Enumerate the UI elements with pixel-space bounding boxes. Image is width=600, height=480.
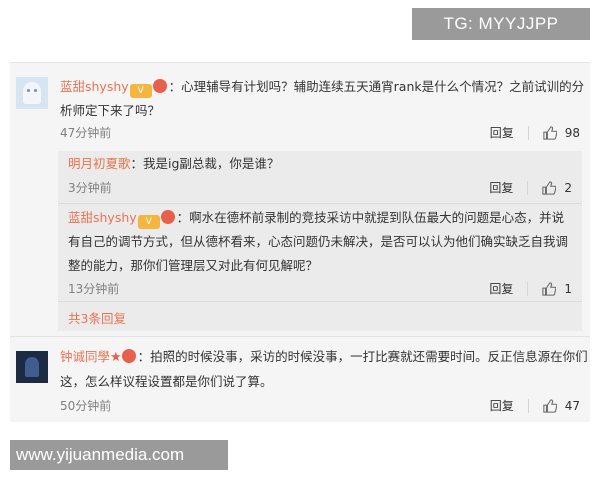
avatar[interactable] — [16, 351, 48, 383]
watermark-top: TG: MYYJJPP — [412, 8, 590, 40]
divider — [527, 281, 529, 296]
comment-body: 蓝甜shyshy V ：心理辅导有计划吗？辅助连续五天通宵rank是什么个情况？之前… — [60, 75, 588, 123]
reply-body: 明月初夏歌：我是ig副总裁，你是谁？ — [68, 152, 576, 176]
divider — [527, 180, 529, 195]
comment-item: 蓝甜shyshy V ：心理辅导有计划吗？辅助连续五天通宵rank是什么个情况？之前… — [10, 62, 590, 331]
like-count: 2 — [564, 180, 572, 195]
comment-item: 钟诚同學★ ：拍照的时候没事，采访的时候没事，一打比赛就还需要时间。反正信息源在你… — [10, 336, 590, 422]
divider — [527, 398, 529, 413]
reply-button[interactable]: 回复 — [490, 124, 514, 141]
thumbs-up-icon — [542, 180, 557, 195]
timestamp: 47分钟前 — [60, 126, 112, 140]
like-count: 47 — [564, 398, 580, 413]
reply-actions: 回复 2 — [489, 179, 572, 196]
username-link[interactable]: 蓝甜shyshy — [60, 79, 129, 94]
reply-item: 明月初夏歌：我是ig副总裁，你是谁？ 3分钟前 回复 2 — [58, 151, 582, 201]
thumbs-up-icon — [543, 398, 557, 413]
vip-badge-icon: V — [137, 215, 160, 229]
thumbs-up-icon — [542, 281, 557, 296]
watermark-bottom: www.yijuanmedia.com — [10, 440, 228, 470]
comment-panel: 蓝甜shyshy V ：心理辅导有计划吗？辅助连续五天通宵rank是什么个情况？之前… — [10, 62, 590, 422]
comment-text: ：拍照的时候没事，采访的时候没事，一打比赛就还需要时间。反正信息源在你们这，怎么… — [60, 349, 588, 389]
thumbs-up-icon — [543, 125, 557, 140]
reply-text: ：我是ig副总裁，你是谁？ — [130, 156, 280, 171]
star-icon: ★ — [110, 350, 122, 365]
fan-badge-icon — [160, 210, 175, 224]
like-button[interactable]: 98 — [543, 126, 580, 140]
like-count: 1 — [564, 281, 572, 296]
more-replies-link[interactable]: 共3条回复 — [68, 308, 126, 327]
username-link[interactable]: 明月初夏歌 — [68, 156, 131, 171]
fan-badge-icon — [121, 349, 136, 363]
like-button[interactable]: 2 — [542, 181, 572, 195]
fan-badge-icon — [152, 79, 167, 93]
timestamp: 50分钟前 — [60, 399, 112, 413]
reply-button[interactable]: 回复 — [489, 179, 513, 196]
comment-body: 钟诚同學★ ：拍照的时候没事，采访的时候没事，一打比赛就还需要时间。反正信息源在你… — [60, 345, 588, 394]
reply-actions: 回复 1 — [489, 280, 572, 297]
avatar[interactable] — [16, 77, 48, 109]
vip-badge-icon: V — [129, 84, 152, 98]
reply-list: 明月初夏歌：我是ig副总裁，你是谁？ 3分钟前 回复 2 蓝甜shyshy V ：啊… — [58, 151, 582, 331]
comment-actions: 回复 98 — [490, 124, 580, 141]
timestamp: 13分钟前 — [68, 282, 120, 296]
username-link[interactable]: 蓝甜shyshy — [68, 210, 137, 225]
like-button[interactable]: 47 — [543, 399, 580, 413]
timestamp: 3分钟前 — [68, 181, 112, 195]
comment-actions: 回复 47 — [490, 397, 580, 414]
reply-button[interactable]: 回复 — [490, 397, 514, 414]
reply-button[interactable]: 回复 — [489, 280, 513, 297]
like-button[interactable]: 1 — [542, 282, 572, 296]
reply-body: 蓝甜shyshy V ：啊水在德杯前录制的竞技采访中就提到队伍最大的问题是心态，并说… — [68, 206, 576, 278]
reply-item: 蓝甜shyshy V ：啊水在德杯前录制的竞技采访中就提到队伍最大的问题是心态，并说… — [58, 203, 582, 301]
more-replies-row: 共3条回复 — [58, 301, 582, 331]
username-link[interactable]: 钟诚同學 — [60, 349, 110, 364]
divider — [527, 125, 529, 140]
like-count: 98 — [564, 125, 580, 140]
